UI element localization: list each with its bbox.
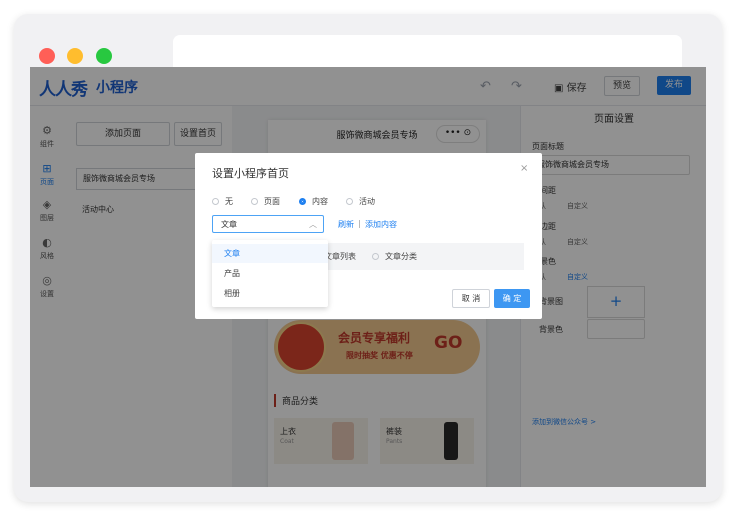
link-separator: | xyxy=(358,219,361,228)
chevron-up-icon: ︿ xyxy=(309,220,317,229)
radio-icon xyxy=(212,198,219,205)
option-label: 页面 xyxy=(264,197,280,206)
close-icon[interactable]: × xyxy=(520,163,528,174)
confirm-button[interactable]: 确 定 xyxy=(494,289,530,308)
option-label: 文章分类 xyxy=(385,252,417,261)
select-value: 文章 xyxy=(221,220,237,229)
home-type-page[interactable]: 页面 xyxy=(251,196,280,207)
home-type-content[interactable]: 内容 xyxy=(299,196,328,207)
dropdown-option-product[interactable]: 产品 xyxy=(212,264,328,283)
minimize-window-button[interactable] xyxy=(67,48,83,64)
radio-checked-icon xyxy=(299,198,306,205)
add-content-link[interactable]: 添加内容 xyxy=(365,219,397,230)
radio-icon xyxy=(346,198,353,205)
refresh-link[interactable]: 刷新 xyxy=(338,219,354,230)
option-label: 内容 xyxy=(312,197,328,206)
cancel-button[interactable]: 取 消 xyxy=(452,289,490,308)
option-label: 活动 xyxy=(359,197,375,206)
radio-icon xyxy=(251,198,258,205)
content-type-dropdown: 文章 产品 相册 xyxy=(212,240,328,307)
subtype-article-list[interactable]: 文章列表 xyxy=(324,251,356,262)
app-viewport: 人人秀 小程序 ↶ ↷ ▣ 保存 预览 发布 ⚙ 组件 ⊞ 页面 ◈ 图层 ◐ 风格 ◎… xyxy=(30,67,706,487)
dialog-title: 设置小程序首页 xyxy=(212,167,289,180)
subtype-article-category[interactable]: 文章分类 xyxy=(372,251,417,262)
zoom-window-button[interactable] xyxy=(96,48,112,64)
option-label: 无 xyxy=(225,197,233,206)
content-type-select[interactable]: 文章 ︿ xyxy=(212,215,324,233)
radio-icon xyxy=(372,253,379,260)
home-type-activity[interactable]: 活动 xyxy=(346,196,375,207)
dropdown-option-article[interactable]: 文章 xyxy=(212,244,328,263)
dropdown-option-album[interactable]: 相册 xyxy=(212,284,328,303)
home-type-none[interactable]: 无 xyxy=(212,196,233,207)
close-window-button[interactable] xyxy=(39,48,55,64)
